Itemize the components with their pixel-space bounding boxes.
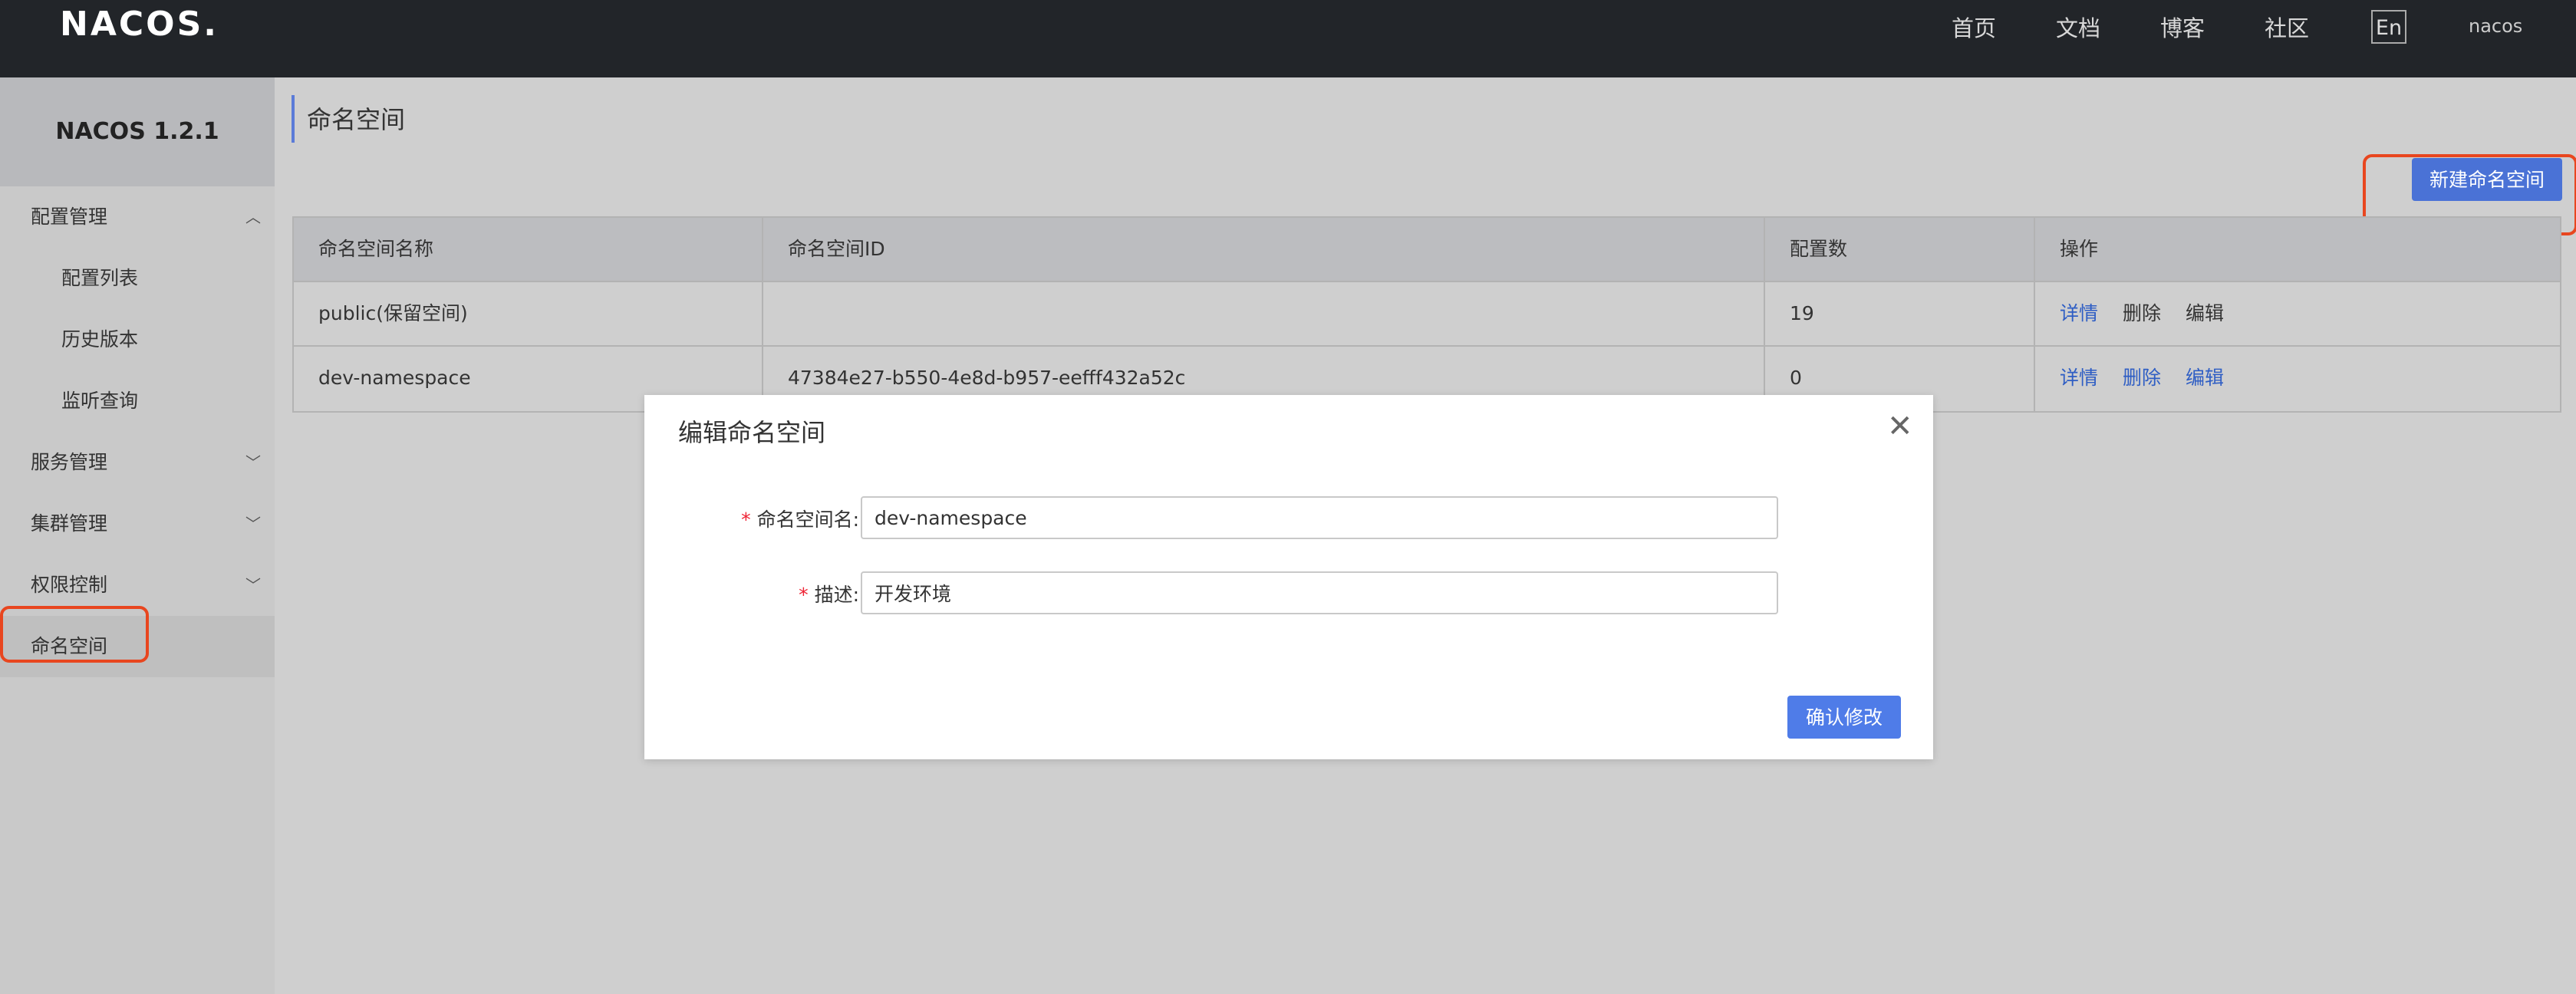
column-header-count: 配置数 [1765, 218, 2035, 281]
annotation-highlight [0, 606, 149, 663]
sidebar-item-label: 服务管理 [31, 451, 108, 473]
namespace-table: 命名空间名称 命名空间ID 配置数 操作 public(保留空间) 19 详情 … [292, 216, 2561, 413]
details-link[interactable]: 详情 [2060, 367, 2098, 389]
nav-docs[interactable]: 文档 [2056, 11, 2100, 43]
sidebar-item-service-management[interactable]: 服务管理 ﹀ [0, 432, 275, 493]
page-title: 命名空间 [307, 105, 406, 134]
sidebar-item-label: 集群管理 [31, 512, 108, 535]
page-title-accent [292, 95, 295, 143]
config-count-cell: 19 [1765, 282, 2035, 345]
description-input[interactable] [861, 571, 1778, 614]
sidebar-item-label: 配置列表 [61, 267, 139, 289]
sidebar-item-config-list[interactable]: 配置列表 [0, 248, 275, 309]
nav-home[interactable]: 首页 [1952, 11, 1996, 43]
actions-cell: 详情 删除 编辑 [2035, 347, 2560, 411]
column-header-actions: 操作 [2060, 238, 2099, 260]
sidebar-item-label: 配置管理 [31, 206, 108, 228]
sidebar-version: NACOS 1.2.1 [0, 77, 275, 186]
sidebar-item-cluster-management[interactable]: 集群管理 ﹀ [0, 493, 275, 555]
column-header-name: 命名空间名称 [294, 218, 763, 281]
chevron-down-icon: ﹀ [245, 576, 261, 594]
confirm-edit-button[interactable]: 确认修改 [1787, 696, 1901, 739]
sidebar: NACOS 1.2.1 配置管理 ︿ 配置列表 历史版本 监听查询 服务管理 ﹀… [0, 77, 275, 994]
sidebar-item-config-management[interactable]: 配置管理 ︿ [0, 186, 275, 248]
details-link[interactable]: 详情 [2060, 302, 2098, 324]
user-name[interactable]: nacos [2469, 15, 2522, 37]
nacos-logo[interactable]: NACOS. [60, 5, 219, 44]
actions-cell: 详情 删除 编辑 [2035, 282, 2560, 345]
edit-namespace-dialog: 编辑命名空间 ✕ *命名空间名: *描述: 确认修改 [644, 395, 1933, 759]
namespace-name-label: * 命名空间名: [741, 509, 859, 531]
sidebar-item-label: 监听查询 [61, 390, 139, 412]
sidebar-item-listener-query[interactable]: 监听查询 [0, 370, 275, 432]
nav-community[interactable]: 社区 [2265, 11, 2309, 43]
table-header-row: 命名空间名称 命名空间ID 配置数 操作 [294, 218, 2560, 282]
required-marker: * [799, 584, 809, 606]
sidebar-item-history[interactable]: 历史版本 [0, 309, 275, 370]
delete-link[interactable]: 删除 [2123, 302, 2161, 324]
edit-link[interactable]: 编辑 [2186, 302, 2224, 324]
sidebar-item-label: 历史版本 [61, 328, 139, 351]
language-toggle-button[interactable]: En [2371, 10, 2406, 44]
namespace-name-input[interactable] [861, 496, 1778, 539]
nav-blog[interactable]: 博客 [2160, 11, 2205, 43]
table-row: public(保留空间) 19 详情 删除 编辑 [294, 282, 2560, 347]
delete-link[interactable]: 删除 [2123, 367, 2161, 389]
top-navbar: NACOS. 首页 文档 博客 社区 En nacos [0, 0, 2576, 77]
chevron-up-icon: ︿ [245, 208, 261, 226]
column-header-id: 命名空间ID [763, 218, 1765, 281]
edit-link[interactable]: 编辑 [2186, 367, 2224, 389]
required-marker: * [741, 509, 751, 531]
chevron-down-icon: ﹀ [245, 453, 261, 472]
chevron-down-icon: ﹀ [245, 515, 261, 533]
dialog-title: 编辑命名空间 [678, 418, 826, 447]
description-label: * 描述: [799, 584, 859, 606]
close-icon[interactable]: ✕ [1887, 409, 1913, 444]
namespace-name-cell: public(保留空间) [294, 282, 763, 345]
namespace-id-cell [763, 282, 1765, 345]
